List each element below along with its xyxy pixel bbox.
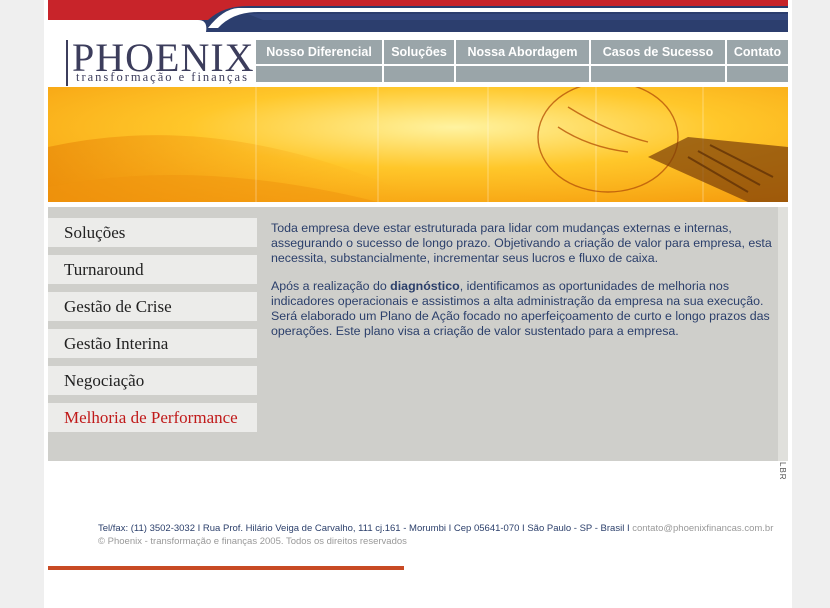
top-banner (48, 0, 788, 32)
logo[interactable]: PHOENIX transformação e finanças (56, 35, 256, 88)
side-menu-gestao-de-crise[interactable]: Gestão de Crise (48, 292, 257, 321)
nav-solucoes[interactable]: Soluções (384, 40, 456, 64)
content-area: Soluções Turnaround Gestão de Crise Gest… (48, 207, 788, 461)
logo-subtitle: transformação e finanças (76, 70, 249, 84)
design-credit[interactable]: LBR (778, 462, 787, 481)
nav-nossa-abordagem[interactable]: Nossa Abordagem (456, 40, 591, 64)
side-menu-gestao-interina[interactable]: Gestão Interina (48, 329, 257, 358)
footer-contact: Tel/fax: (11) 3502-3032 I Rua Prof. Hilá… (98, 523, 773, 534)
content-text: Toda empresa deve estar estruturada para… (271, 221, 779, 352)
footer-copyright: © Phoenix - transformação e finanças 200… (98, 536, 407, 547)
sub-nav-bar (256, 66, 788, 82)
hero-lightbulb-image (48, 87, 788, 202)
footer-divider (48, 566, 404, 570)
side-menu-negociacao[interactable]: Negociação (48, 366, 257, 395)
side-menu-solucoes[interactable]: Soluções (48, 218, 257, 247)
main-nav: Nosso Diferencial Soluções Nossa Abordag… (256, 40, 788, 64)
nav-contato[interactable]: Contato (727, 40, 788, 64)
diagnostico-emphasis: diagnóstico (390, 279, 460, 293)
nav-nosso-diferencial[interactable]: Nosso Diferencial (256, 40, 384, 64)
side-menu-turnaround[interactable]: Turnaround (48, 255, 257, 284)
nav-casos-de-sucesso[interactable]: Casos de Sucesso (591, 40, 727, 64)
content-paragraph-2: Após a realização do diagnóstico, identi… (271, 279, 770, 338)
footer-email-link[interactable]: contato@phoenixfinancas.com.br (632, 523, 773, 534)
footer-address: Tel/fax: (11) 3502-3032 I Rua Prof. Hilá… (98, 523, 633, 534)
content-paragraph-1: Toda empresa deve estar estruturada para… (271, 221, 772, 265)
content-scrollbar[interactable] (778, 207, 788, 461)
page: PHOENIX transformação e finanças Nosso D… (44, 0, 792, 608)
logo-rule (66, 40, 68, 86)
side-menu: Soluções Turnaround Gestão de Crise Gest… (48, 218, 257, 440)
side-menu-melhoria-de-performance[interactable]: Melhoria de Performance (48, 403, 257, 432)
